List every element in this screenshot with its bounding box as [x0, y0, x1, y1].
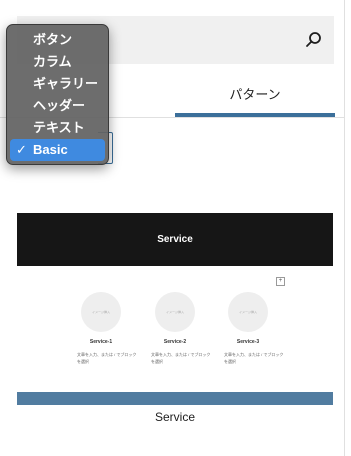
menu-item-basic[interactable]: ✓ Basic: [10, 139, 105, 161]
pattern-title: Service: [154, 410, 195, 424]
preview-card: イメージ挿入 Service-1 文章を入力、または / でブロックを選択: [63, 292, 139, 365]
preview-add-button: +: [276, 277, 285, 286]
card-text: 文章を入力、または / でブロックを選択: [151, 352, 211, 364]
menu-item-label: テキスト: [33, 120, 85, 135]
preview-card: イメージ挿入 Service-2 文章を入力、または / でブロックを選択: [137, 292, 213, 365]
pattern-preview[interactable]: Service + イメージ挿入 Service-1 文章を入力、または / で…: [17, 213, 333, 405]
active-tab-indicator: [175, 113, 335, 117]
card-title: Service-3: [236, 339, 260, 345]
menu-item-columns[interactable]: カラム: [10, 51, 105, 73]
card-image-placeholder: イメージ挿入: [81, 292, 121, 332]
card-image-placeholder: イメージ挿入: [228, 292, 268, 332]
card-title: Service-1: [89, 339, 113, 345]
card-title: Service-2: [163, 339, 187, 345]
card-text: 文章を入力、または / でブロックを選択: [224, 352, 284, 364]
card-image-placeholder: イメージ挿入: [155, 292, 195, 332]
preview-band: [17, 392, 333, 405]
category-dropdown-menu: ボタン カラム ギャラリー ヘッダー テキスト ✓ Basic: [6, 24, 109, 165]
checkmark-icon: ✓: [16, 142, 27, 157]
menu-item-label: カラム: [33, 54, 72, 69]
menu-item-header[interactable]: ヘッダー: [10, 95, 105, 117]
preview-card: イメージ挿入 Service-3 文章を入力、または / でブロックを選択: [210, 292, 286, 365]
menu-item-label: Basic: [33, 142, 68, 157]
menu-item-button[interactable]: ボタン: [10, 29, 105, 51]
inserter-panel-border: [344, 0, 345, 456]
search-icon[interactable]: [304, 30, 324, 50]
menu-item-gallery[interactable]: ギャラリー: [10, 73, 105, 95]
card-text: 文章を入力、または / でブロックを選択: [77, 352, 137, 364]
menu-item-label: ヘッダー: [33, 98, 86, 113]
menu-item-text[interactable]: テキスト: [10, 117, 105, 139]
menu-item-label: ボタン: [33, 32, 73, 47]
menu-item-label: ギャラリー: [33, 76, 99, 91]
preview-hero: Service: [17, 213, 333, 266]
